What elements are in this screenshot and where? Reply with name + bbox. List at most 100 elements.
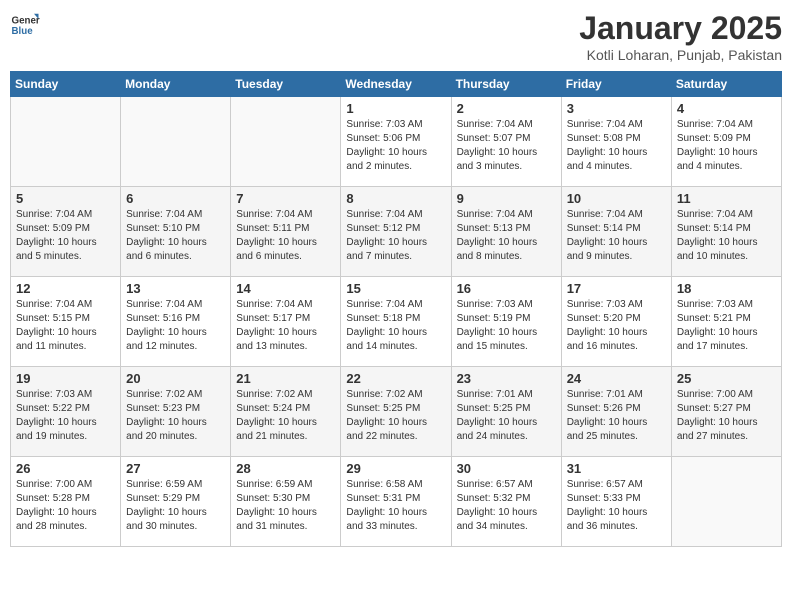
- day-number: 4: [677, 101, 776, 116]
- calendar-cell: 17 Sunrise: 7:03 AMSunset: 5:20 PMDayligh…: [561, 277, 671, 367]
- cell-info: Sunrise: 7:02 AMSunset: 5:25 PMDaylight:…: [346, 388, 445, 444]
- cell-info: Sunrise: 7:04 AMSunset: 5:10 PMDaylight:…: [126, 208, 225, 264]
- cell-info: Sunrise: 7:01 AMSunset: 5:26 PMDaylight:…: [567, 388, 666, 444]
- cell-info: Sunrise: 7:04 AMSunset: 5:07 PMDaylight:…: [457, 118, 556, 174]
- cell-info: Sunrise: 7:04 AMSunset: 5:17 PMDaylight:…: [236, 298, 335, 354]
- cell-info: Sunrise: 7:03 AMSunset: 5:06 PMDaylight:…: [346, 118, 445, 174]
- col-thursday: Thursday: [451, 72, 561, 97]
- cell-info: Sunrise: 7:01 AMSunset: 5:25 PMDaylight:…: [457, 388, 556, 444]
- calendar-cell: 2Sunrise: 7:04 AMSunset: 5:07 PMDaylight…: [451, 97, 561, 187]
- cell-info: Sunrise: 7:04 AMSunset: 5:16 PMDaylight:…: [126, 298, 225, 354]
- day-number: 27: [126, 461, 225, 476]
- logo-icon: General Blue: [10, 10, 40, 40]
- calendar-cell: 18Sunrise: 7:03 AMSunset: 5:21 PMDayligh…: [671, 277, 781, 367]
- calendar-cell: [231, 97, 341, 187]
- cell-info: Sunrise: 7:00 AMSunset: 5:28 PMDaylight:…: [16, 478, 115, 534]
- calendar-body: 1 Sunrise: 7:03 AMSunset: 5:06 PMDaylight…: [11, 97, 782, 547]
- page-header: General Blue January 2025 Kotli Loharan,…: [10, 10, 782, 63]
- calendar-cell: 6 Sunrise: 7:04 AMSunset: 5:10 PMDaylight…: [121, 187, 231, 277]
- calendar-cell: 4 Sunrise: 7:04 AMSunset: 5:09 PMDaylight…: [671, 97, 781, 187]
- calendar-cell: 15Sunrise: 7:04 AMSunset: 5:18 PMDayligh…: [341, 277, 451, 367]
- cell-info: Sunrise: 7:04 AMSunset: 5:18 PMDaylight:…: [346, 298, 445, 354]
- col-tuesday: Tuesday: [231, 72, 341, 97]
- calendar-cell: 8 Sunrise: 7:04 AMSunset: 5:12 PMDaylight…: [341, 187, 451, 277]
- calendar-cell: 28 Sunrise: 6:59 AMSunset: 5:30 PMDayligh…: [231, 457, 341, 547]
- calendar-week-4: 19 Sunrise: 7:03 AMSunset: 5:22 PMDayligh…: [11, 367, 782, 457]
- calendar-cell: 7Sunrise: 7:04 AMSunset: 5:11 PMDaylight…: [231, 187, 341, 277]
- calendar-cell: 11 Sunrise: 7:04 AMSunset: 5:14 PMDayligh…: [671, 187, 781, 277]
- calendar-week-1: 1 Sunrise: 7:03 AMSunset: 5:06 PMDaylight…: [11, 97, 782, 187]
- svg-text:Blue: Blue: [12, 26, 34, 37]
- day-number: 30: [457, 461, 556, 476]
- calendar-subtitle: Kotli Loharan, Punjab, Pakistan: [579, 47, 782, 63]
- cell-info: Sunrise: 7:02 AMSunset: 5:23 PMDaylight:…: [126, 388, 225, 444]
- col-wednesday: Wednesday: [341, 72, 451, 97]
- calendar-header: Sunday Monday Tuesday Wednesday Thursday…: [11, 72, 782, 97]
- logo: General Blue: [10, 10, 40, 40]
- cell-info: Sunrise: 7:04 AMSunset: 5:13 PMDaylight:…: [457, 208, 556, 264]
- day-number: 14: [236, 281, 335, 296]
- cell-info: Sunrise: 7:04 AMSunset: 5:09 PMDaylight:…: [677, 118, 776, 174]
- cell-info: Sunrise: 6:57 AMSunset: 5:33 PMDaylight:…: [567, 478, 666, 534]
- calendar-cell: 20 Sunrise: 7:02 AMSunset: 5:23 PMDayligh…: [121, 367, 231, 457]
- calendar-cell: 5 Sunrise: 7:04 AMSunset: 5:09 PMDaylight…: [11, 187, 121, 277]
- calendar-week-3: 12Sunrise: 7:04 AMSunset: 5:15 PMDayligh…: [11, 277, 782, 367]
- calendar-cell: 10 Sunrise: 7:04 AMSunset: 5:14 PMDayligh…: [561, 187, 671, 277]
- day-number: 21: [236, 371, 335, 386]
- calendar-cell: 25 Sunrise: 7:00 AMSunset: 5:27 PMDayligh…: [671, 367, 781, 457]
- col-friday: Friday: [561, 72, 671, 97]
- calendar-cell: 3 Sunrise: 7:04 AMSunset: 5:08 PMDaylight…: [561, 97, 671, 187]
- svg-text:General: General: [12, 16, 41, 27]
- cell-info: Sunrise: 6:59 AMSunset: 5:30 PMDaylight:…: [236, 478, 335, 534]
- cell-info: Sunrise: 7:03 AMSunset: 5:19 PMDaylight:…: [457, 298, 556, 354]
- calendar-cell: 30 Sunrise: 6:57 AMSunset: 5:32 PMDayligh…: [451, 457, 561, 547]
- calendar-cell: 24 Sunrise: 7:01 AMSunset: 5:26 PMDayligh…: [561, 367, 671, 457]
- cell-info: Sunrise: 7:04 AMSunset: 5:09 PMDaylight:…: [16, 208, 115, 264]
- calendar-cell: 13Sunrise: 7:04 AMSunset: 5:16 PMDayligh…: [121, 277, 231, 367]
- cell-info: Sunrise: 7:00 AMSunset: 5:27 PMDaylight:…: [677, 388, 776, 444]
- calendar-cell: 29Sunrise: 6:58 AMSunset: 5:31 PMDayligh…: [341, 457, 451, 547]
- day-number: 6: [126, 191, 225, 206]
- calendar-cell: 16 Sunrise: 7:03 AMSunset: 5:19 PMDayligh…: [451, 277, 561, 367]
- day-number: 11: [677, 191, 776, 206]
- calendar-week-2: 5 Sunrise: 7:04 AMSunset: 5:09 PMDaylight…: [11, 187, 782, 277]
- day-number: 1: [346, 101, 445, 116]
- day-number: 31: [567, 461, 666, 476]
- calendar-cell: 26 Sunrise: 7:00 AMSunset: 5:28 PMDayligh…: [11, 457, 121, 547]
- calendar-cell: 23Sunrise: 7:01 AMSunset: 5:25 PMDayligh…: [451, 367, 561, 457]
- cell-info: Sunrise: 7:04 AMSunset: 5:12 PMDaylight:…: [346, 208, 445, 264]
- day-number: 22: [346, 371, 445, 386]
- col-monday: Monday: [121, 72, 231, 97]
- calendar-table: Sunday Monday Tuesday Wednesday Thursday…: [10, 71, 782, 547]
- cell-info: Sunrise: 7:03 AMSunset: 5:20 PMDaylight:…: [567, 298, 666, 354]
- calendar-cell: 14 Sunrise: 7:04 AMSunset: 5:17 PMDayligh…: [231, 277, 341, 367]
- calendar-cell: 12Sunrise: 7:04 AMSunset: 5:15 PMDayligh…: [11, 277, 121, 367]
- calendar-cell: [671, 457, 781, 547]
- calendar-week-5: 26 Sunrise: 7:00 AMSunset: 5:28 PMDayligh…: [11, 457, 782, 547]
- day-number: 28: [236, 461, 335, 476]
- col-saturday: Saturday: [671, 72, 781, 97]
- calendar-cell: 27Sunrise: 6:59 AMSunset: 5:29 PMDayligh…: [121, 457, 231, 547]
- day-number: 8: [346, 191, 445, 206]
- day-number: 25: [677, 371, 776, 386]
- day-number: 5: [16, 191, 115, 206]
- cell-info: Sunrise: 7:02 AMSunset: 5:24 PMDaylight:…: [236, 388, 335, 444]
- day-number: 18: [677, 281, 776, 296]
- cell-info: Sunrise: 6:57 AMSunset: 5:32 PMDaylight:…: [457, 478, 556, 534]
- day-number: 19: [16, 371, 115, 386]
- day-number: 26: [16, 461, 115, 476]
- day-number: 3: [567, 101, 666, 116]
- cell-info: Sunrise: 7:04 AMSunset: 5:08 PMDaylight:…: [567, 118, 666, 174]
- day-number: 12: [16, 281, 115, 296]
- day-number: 17: [567, 281, 666, 296]
- cell-info: Sunrise: 7:04 AMSunset: 5:14 PMDaylight:…: [677, 208, 776, 264]
- day-number: 10: [567, 191, 666, 206]
- title-block: January 2025 Kotli Loharan, Punjab, Paki…: [579, 10, 782, 63]
- day-number: 24: [567, 371, 666, 386]
- cell-info: Sunrise: 7:04 AMSunset: 5:14 PMDaylight:…: [567, 208, 666, 264]
- calendar-cell: 31 Sunrise: 6:57 AMSunset: 5:33 PMDayligh…: [561, 457, 671, 547]
- cell-info: Sunrise: 7:03 AMSunset: 5:22 PMDaylight:…: [16, 388, 115, 444]
- day-number: 29: [346, 461, 445, 476]
- day-number: 16: [457, 281, 556, 296]
- day-number: 20: [126, 371, 225, 386]
